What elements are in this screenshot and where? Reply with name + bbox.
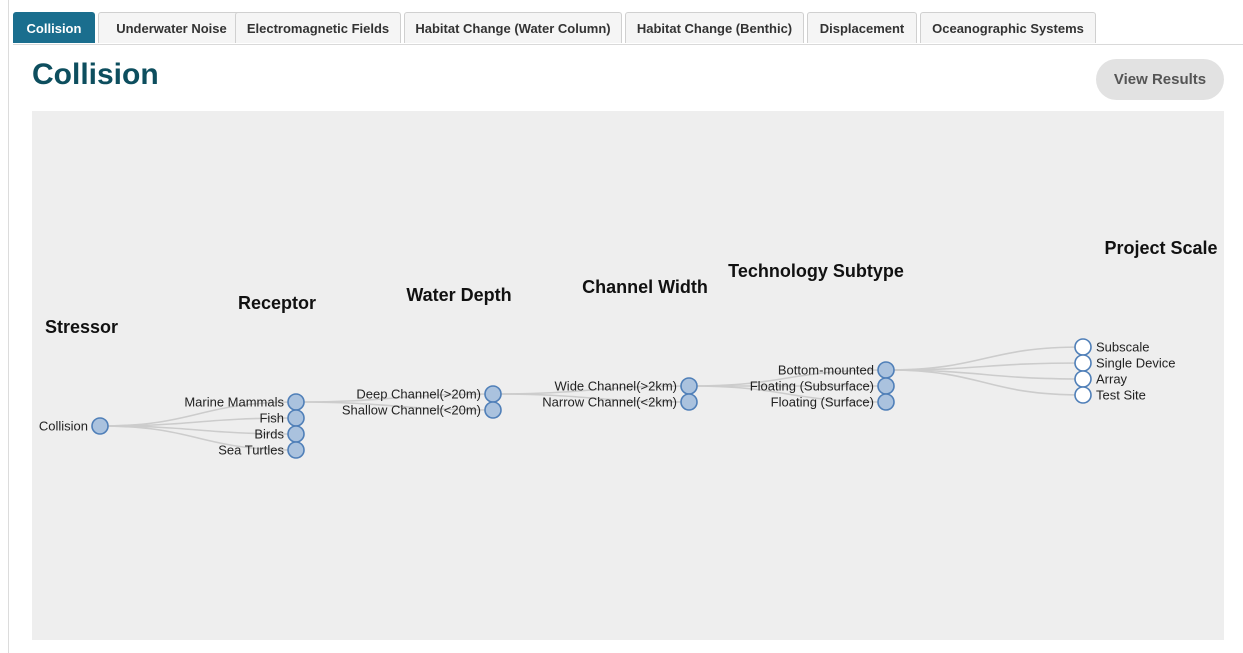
tree-node-circle[interactable] — [484, 401, 502, 419]
tree-node-label: Collision — [39, 419, 88, 434]
view-results-button[interactable]: View Results — [1096, 59, 1224, 100]
tree-node[interactable]: Array — [1074, 370, 1128, 388]
level-title: Water Depth — [406, 285, 511, 305]
tree-node[interactable]: Wide Channel(>2km) — [555, 377, 698, 395]
level-title: Technology Subtype — [728, 261, 904, 281]
tree-node-label: Floating (Surface) — [771, 395, 874, 410]
level-title: Receptor — [238, 293, 316, 313]
tab-oceanographic-systems[interactable]: Oceanographic Systems — [920, 12, 1096, 43]
tree-node-circle[interactable] — [287, 409, 305, 427]
tree-node-circle[interactable] — [287, 393, 305, 411]
tree-node-label: Wide Channel(>2km) — [555, 379, 677, 394]
tree-node-circle[interactable] — [680, 377, 698, 395]
tab-underwater-noise[interactable]: Underwater Noise — [98, 12, 245, 43]
tree-node-label: Fish — [259, 411, 284, 426]
tab-electromagnetic-fields[interactable]: Electromagnetic Fields — [235, 12, 401, 43]
tree-node-circle[interactable] — [877, 393, 895, 411]
tree-node-label: Array — [1096, 372, 1128, 387]
tree-node-circle[interactable] — [287, 425, 305, 443]
tree-node[interactable]: Single Device — [1074, 354, 1176, 372]
tree-node[interactable]: Fish — [259, 409, 305, 427]
tree-node[interactable]: Deep Channel(>20m) — [356, 385, 502, 403]
tree-node[interactable]: Floating (Subsurface) — [750, 377, 895, 395]
tab-habitat-change-benthic[interactable]: Habitat Change (Benthic) — [625, 12, 804, 43]
tree-node[interactable]: Birds — [254, 425, 305, 443]
tree-node-label: Floating (Subsurface) — [750, 379, 874, 394]
decision-tree: Collision Marine MammalsFishBirdsSea Turt… — [39, 238, 1218, 459]
tree-node[interactable]: Shallow Channel(<20m) — [342, 401, 502, 419]
tree-node-circle[interactable] — [1074, 386, 1092, 404]
tree-node[interactable]: Collision — [39, 417, 109, 435]
tree-node-label: Birds — [254, 427, 284, 442]
tab-bar: Collision Underwater Noise Electromagnet… — [13, 12, 1243, 45]
tab-displacement[interactable]: Displacement — [807, 12, 917, 43]
tree-node-label: Marine Mammals — [184, 395, 284, 410]
tree-node-label: Sea Turtles — [218, 443, 284, 458]
tree-link — [885, 362, 1084, 371]
tree-node-circle[interactable] — [1074, 354, 1092, 372]
tree-node-label: Narrow Channel(<2km) — [542, 395, 677, 410]
tree-node[interactable]: Sea Turtles — [218, 441, 305, 459]
tree-node-label: Test Site — [1096, 388, 1146, 403]
tree-node-circle[interactable] — [877, 377, 895, 395]
tab-collision[interactable]: Collision — [13, 12, 95, 43]
page-frame-border — [8, 0, 9, 653]
level-title: Channel Width — [582, 277, 708, 297]
tree-node[interactable]: Test Site — [1074, 386, 1146, 404]
tree-node-label: Single Device — [1096, 356, 1176, 371]
tree-node-label: Bottom-mounted — [778, 363, 874, 378]
tree-node-label: Subscale — [1096, 340, 1149, 355]
tree-node-circle[interactable] — [91, 417, 109, 435]
tree-node[interactable]: Subscale — [1074, 338, 1149, 356]
tree-node-circle[interactable] — [680, 393, 698, 411]
tree-node-circle[interactable] — [877, 361, 895, 379]
decision-tree-canvas: Collision Marine Mammals Fish Birds Sea Turt… — [32, 111, 1224, 640]
tree-node[interactable]: Narrow Channel(<2km) — [542, 393, 698, 411]
tree-node-circle[interactable] — [1074, 370, 1092, 388]
level-title: Stressor — [45, 317, 118, 337]
tab-habitat-change-water-column[interactable]: Habitat Change (Water Column) — [404, 12, 622, 43]
page-title: Collision — [32, 58, 159, 91]
tree-node-label: Deep Channel(>20m) — [356, 387, 481, 402]
tree-node-circle[interactable] — [1074, 338, 1092, 356]
level-title: Project Scale — [1104, 238, 1217, 258]
tree-node-circle[interactable] — [484, 385, 502, 403]
tree-node-circle[interactable] — [287, 441, 305, 459]
tree-node-label: Shallow Channel(<20m) — [342, 403, 481, 418]
